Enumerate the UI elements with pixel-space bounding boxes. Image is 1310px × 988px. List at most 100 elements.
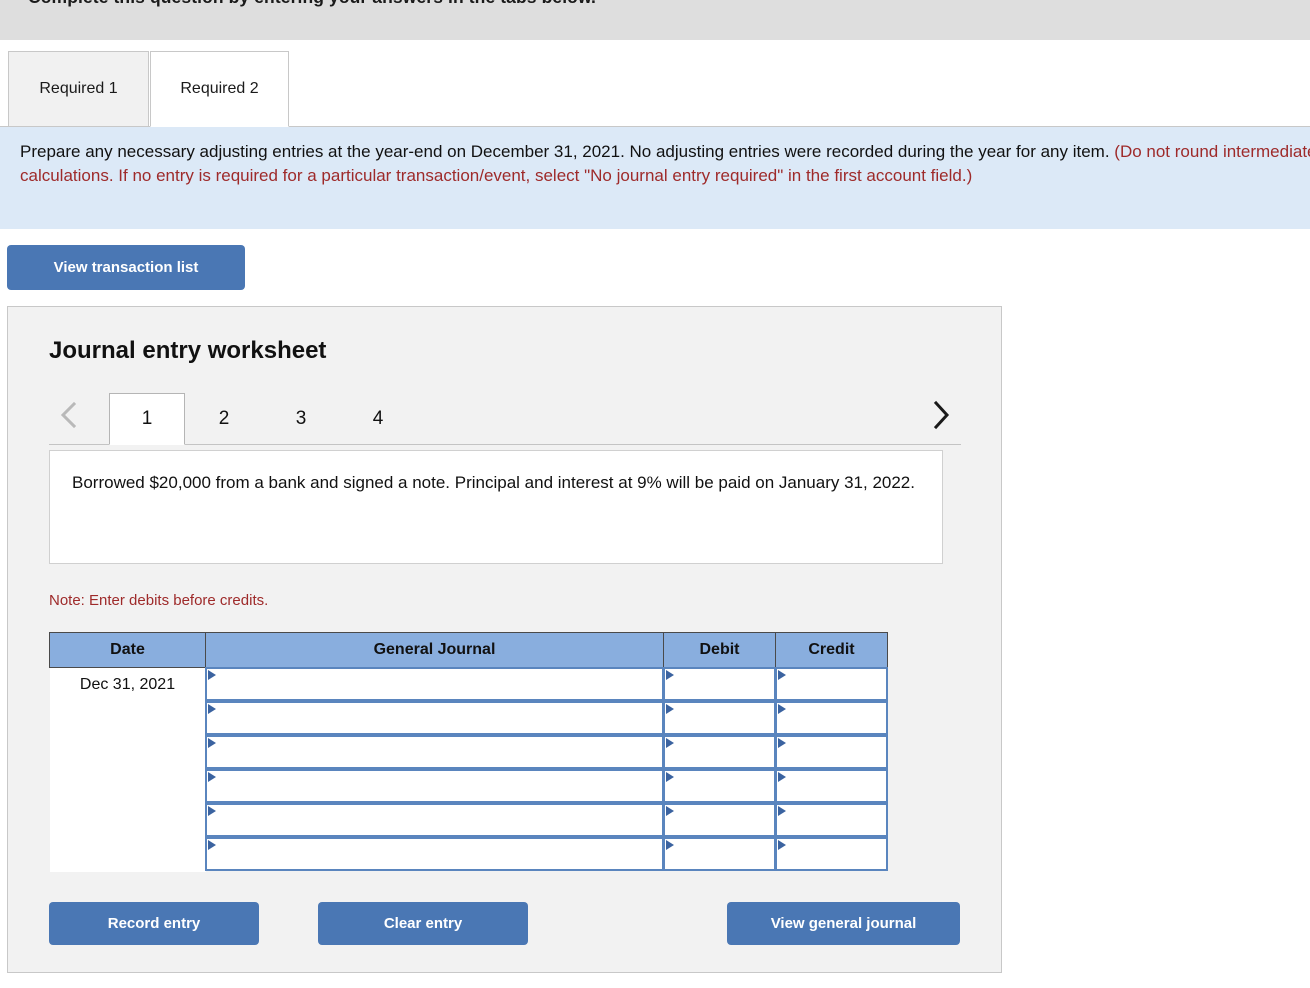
tab-required-2[interactable]: Required 2 (150, 51, 289, 127)
cell-general-journal-input[interactable] (204, 803, 664, 837)
cell-debit-wrapper (662, 667, 776, 702)
cell-debit (662, 837, 776, 872)
cell-credit (774, 803, 888, 838)
cell-debit (662, 701, 776, 736)
cell-debit-wrapper (662, 837, 776, 871)
cell-date[interactable]: Dec 31, 2021 (49, 667, 206, 702)
cell-general-journal (204, 667, 664, 702)
worksheet-tab-4[interactable]: 4 (340, 393, 416, 445)
worksheet-tab-1-label: 1 (141, 408, 153, 429)
cell-credit-input[interactable] (774, 667, 888, 702)
cell-general-journal-input[interactable] (204, 735, 664, 769)
table-row (49, 735, 888, 770)
tab-required-1-label: Required 1 (39, 80, 118, 97)
journal-entry-worksheet-panel: Journal entry worksheet 1 2 3 4 Borrowed (7, 306, 1002, 973)
worksheet-tab-4-label: 4 (372, 408, 384, 429)
cell-debit (662, 735, 776, 770)
cell-debit-input[interactable] (662, 837, 776, 871)
cell-debit (662, 667, 776, 702)
column-header-general-journal: General Journal (205, 632, 664, 668)
cell-credit (774, 769, 888, 804)
cell-debit-wrapper (662, 769, 776, 803)
cell-debit-input[interactable] (662, 769, 776, 803)
cell-general-journal-input[interactable] (204, 837, 664, 871)
required-tab-bar: Required 1 Required 2 (0, 51, 1310, 127)
cell-credit-wrapper (774, 667, 888, 702)
cell-credit-input[interactable] (774, 701, 888, 735)
cell-debit (662, 769, 776, 804)
cell-credit-input[interactable] (774, 735, 888, 769)
table-row (49, 701, 888, 736)
tab-required-2-label: Required 2 (180, 80, 259, 97)
cell-credit (774, 837, 888, 872)
cell-general-journal-wrapper (204, 701, 664, 735)
cell-general-journal-input[interactable] (204, 667, 664, 702)
instruction-text-black: Prepare any necessary adjusting entries … (20, 142, 1115, 161)
table-row (49, 769, 888, 804)
table-header-row: Date General Journal Debit Credit (49, 632, 888, 668)
worksheet-tab-2-label: 2 (218, 408, 230, 429)
debits-before-credits-note: Note: Enter debits before credits. (49, 592, 269, 609)
cell-general-journal-wrapper (204, 837, 664, 871)
cell-general-journal (204, 769, 664, 804)
view-general-journal-button[interactable]: View general journal (727, 902, 960, 945)
instruction-panel: Prepare any necessary adjusting entries … (0, 127, 1310, 229)
worksheet-title: Journal entry worksheet (49, 337, 327, 364)
cell-debit-input[interactable] (662, 667, 776, 702)
worksheet-tab-3-label: 3 (295, 408, 307, 429)
cell-general-journal (204, 701, 664, 736)
journal-entry-table: Date General Journal Debit Credit Dec 31… (49, 632, 888, 872)
cell-general-journal (204, 735, 664, 770)
cell-credit (774, 667, 888, 702)
cell-debit-input[interactable] (662, 735, 776, 769)
cell-credit-wrapper (774, 837, 888, 871)
cell-date[interactable] (49, 803, 206, 838)
cell-date[interactable] (49, 837, 206, 872)
worksheet-tab-1[interactable]: 1 (109, 393, 185, 445)
column-header-date: Date (49, 632, 206, 668)
cell-credit (774, 735, 888, 770)
clear-entry-button[interactable]: Clear entry (318, 902, 528, 945)
cell-general-journal-wrapper (204, 735, 664, 769)
column-header-debit: Debit (663, 632, 776, 668)
cell-credit-input[interactable] (774, 803, 888, 837)
cell-debit-input[interactable] (662, 803, 776, 837)
cell-debit-wrapper (662, 735, 776, 769)
cell-credit-wrapper (774, 803, 888, 837)
cell-credit-input[interactable] (774, 769, 888, 803)
cell-credit-wrapper (774, 735, 888, 769)
worksheet-tab-2[interactable]: 2 (186, 393, 262, 445)
transaction-description-text: Borrowed $20,000 from a bank and signed … (72, 473, 915, 492)
table-row (49, 837, 888, 872)
cell-credit (774, 701, 888, 736)
cell-general-journal-wrapper (204, 803, 664, 837)
table-row: Dec 31, 2021 (49, 667, 888, 702)
cell-debit-wrapper (662, 803, 776, 837)
view-transaction-list-button[interactable]: View transaction list (7, 245, 245, 290)
cell-debit (662, 803, 776, 838)
worksheet-pager: 1 2 3 4 (49, 385, 961, 445)
record-entry-button[interactable]: Record entry (49, 902, 259, 945)
worksheet-tab-3[interactable]: 3 (263, 393, 339, 445)
cell-debit-input[interactable] (662, 701, 776, 735)
tab-required-1[interactable]: Required 1 (8, 51, 149, 127)
cell-credit-input[interactable] (774, 837, 888, 871)
transaction-description-box: Borrowed $20,000 from a bank and signed … (49, 450, 943, 564)
question-banner: Complete this question by entering your … (0, 0, 1310, 40)
cell-credit-wrapper (774, 769, 888, 803)
cell-general-journal (204, 803, 664, 838)
chevron-right-icon[interactable] (921, 395, 961, 435)
cell-date[interactable] (49, 701, 206, 736)
cell-date[interactable] (49, 735, 206, 770)
question-banner-text: Complete this question by entering your … (28, 0, 596, 8)
cell-credit-wrapper (774, 701, 888, 735)
cell-date[interactable] (49, 769, 206, 804)
cell-general-journal-input[interactable] (204, 701, 664, 735)
cell-general-journal (204, 837, 664, 872)
instruction-text: Prepare any necessary adjusting entries … (20, 140, 1310, 188)
cell-general-journal-input[interactable] (204, 769, 664, 803)
chevron-left-icon[interactable] (49, 395, 89, 435)
column-header-credit: Credit (775, 632, 888, 668)
cell-debit-wrapper (662, 701, 776, 735)
cell-general-journal-wrapper (204, 667, 664, 702)
